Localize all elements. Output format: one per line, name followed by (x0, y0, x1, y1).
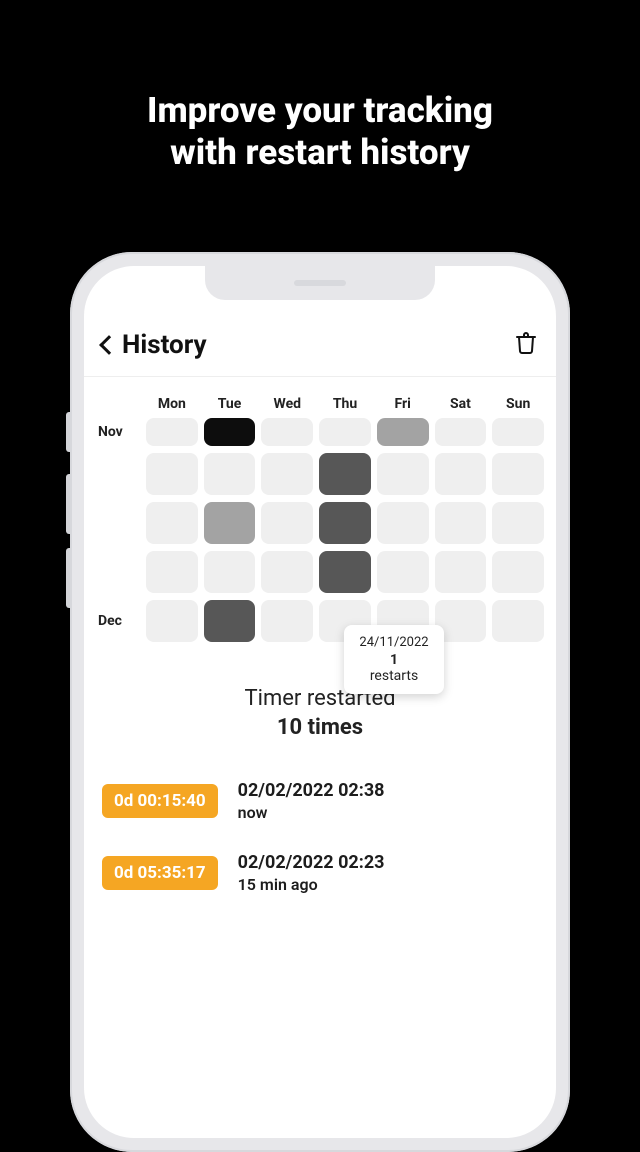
dow-label: Wed (261, 396, 313, 412)
notch (205, 266, 435, 300)
dow-label: Sun (492, 396, 544, 412)
calendar-cell[interactable] (261, 600, 313, 642)
dow-label: Sat (435, 396, 487, 412)
speaker (294, 280, 346, 286)
calendar-cell[interactable] (319, 551, 371, 593)
calendar-cell[interactable] (319, 453, 371, 495)
summary-label: Timer restarted (84, 686, 556, 711)
tooltip-date: 24/11/2022 (350, 635, 438, 650)
summary: Timer restarted 10 times (84, 686, 556, 740)
back-button[interactable]: History (102, 330, 207, 360)
content: Mon Tue Wed Thu Fri Sat Sun Nov (84, 386, 556, 1138)
calendar-cell[interactable] (204, 551, 256, 593)
calendar-cell[interactable] (261, 418, 313, 446)
calendar-row (96, 551, 544, 593)
entry-relative: 15 min ago (238, 875, 385, 894)
calendar-cell[interactable] (377, 453, 429, 495)
entry-meta: 02/02/2022 02:23 15 min ago (238, 852, 385, 894)
calendar-cell[interactable] (204, 453, 256, 495)
phone-frame: History Mon Tue Wed Thu Fri Sa (70, 252, 570, 1152)
calendar-cell[interactable] (377, 418, 429, 446)
calendar-cell[interactable] (377, 551, 429, 593)
calendar-cell[interactable] (146, 551, 198, 593)
month-label: Dec (96, 613, 140, 629)
dow-label: Thu (319, 396, 371, 412)
entry-relative: now (238, 803, 385, 822)
calendar-cell[interactable] (204, 600, 256, 642)
calendar-row: Nov (96, 418, 544, 446)
calendar-cell[interactable] (204, 418, 256, 446)
calendar-cell[interactable] (204, 502, 256, 544)
tooltip-word: restarts (350, 668, 438, 684)
trash-icon (514, 331, 538, 355)
calendar-cell[interactable] (319, 502, 371, 544)
dow-label: Tue (204, 396, 256, 412)
hero-line1: Improve your tracking (0, 90, 640, 132)
calendar: Mon Tue Wed Thu Fri Sat Sun Nov (84, 396, 556, 642)
tooltip-count: 1 (350, 652, 438, 668)
calendar-cell[interactable] (435, 502, 487, 544)
delete-button[interactable] (514, 331, 538, 359)
spacer (96, 396, 140, 412)
duration-badge: 0d 00:15:40 (102, 784, 218, 818)
calendar-cell[interactable] (492, 600, 544, 642)
list-item[interactable]: 0d 05:35:17 02/02/2022 02:23 15 min ago (102, 852, 538, 894)
calendar-cell[interactable] (435, 453, 487, 495)
nav-header: History (84, 330, 556, 377)
entry-timestamp: 02/02/2022 02:38 (238, 780, 385, 801)
summary-count: 10 times (84, 715, 556, 740)
calendar-cell[interactable] (261, 502, 313, 544)
calendar-cell[interactable] (492, 502, 544, 544)
hero-headline: Improve your tracking with restart histo… (0, 0, 640, 174)
page-title: History (122, 330, 207, 360)
calendar-cell[interactable] (261, 551, 313, 593)
entries-list: 0d 00:15:40 02/02/2022 02:38 now 0d 05:3… (84, 780, 556, 894)
calendar-cell[interactable] (435, 418, 487, 446)
calendar-header: Mon Tue Wed Thu Fri Sat Sun (96, 396, 544, 412)
dow-label: Fri (377, 396, 429, 412)
entry-meta: 02/02/2022 02:38 now (238, 780, 385, 822)
chevron-left-icon (99, 335, 119, 355)
calendar-cell[interactable] (146, 418, 198, 446)
calendar-row (96, 502, 544, 544)
calendar-cell[interactable] (435, 551, 487, 593)
month-label: Nov (96, 424, 140, 440)
calendar-row: Dec (96, 600, 544, 642)
calendar-row (96, 453, 544, 495)
hero-line2: with restart history (0, 132, 640, 174)
side-button (66, 412, 70, 452)
list-item[interactable]: 0d 00:15:40 02/02/2022 02:38 now (102, 780, 538, 822)
duration-badge: 0d 05:35:17 (102, 856, 218, 890)
calendar-cell[interactable] (319, 418, 371, 446)
calendar-cell[interactable] (492, 453, 544, 495)
calendar-cell[interactable] (146, 453, 198, 495)
calendar-cell[interactable] (377, 502, 429, 544)
calendar-cell[interactable] (146, 502, 198, 544)
calendar-tooltip: 24/11/2022 1 restarts (344, 625, 444, 694)
calendar-cell[interactable] (261, 453, 313, 495)
calendar-cell[interactable] (492, 418, 544, 446)
side-button (66, 548, 70, 608)
side-button (66, 474, 70, 534)
screen: History Mon Tue Wed Thu Fri Sa (84, 266, 556, 1138)
dow-label: Mon (146, 396, 198, 412)
calendar-cell[interactable] (492, 551, 544, 593)
calendar-cell[interactable] (146, 600, 198, 642)
entry-timestamp: 02/02/2022 02:23 (238, 852, 385, 873)
